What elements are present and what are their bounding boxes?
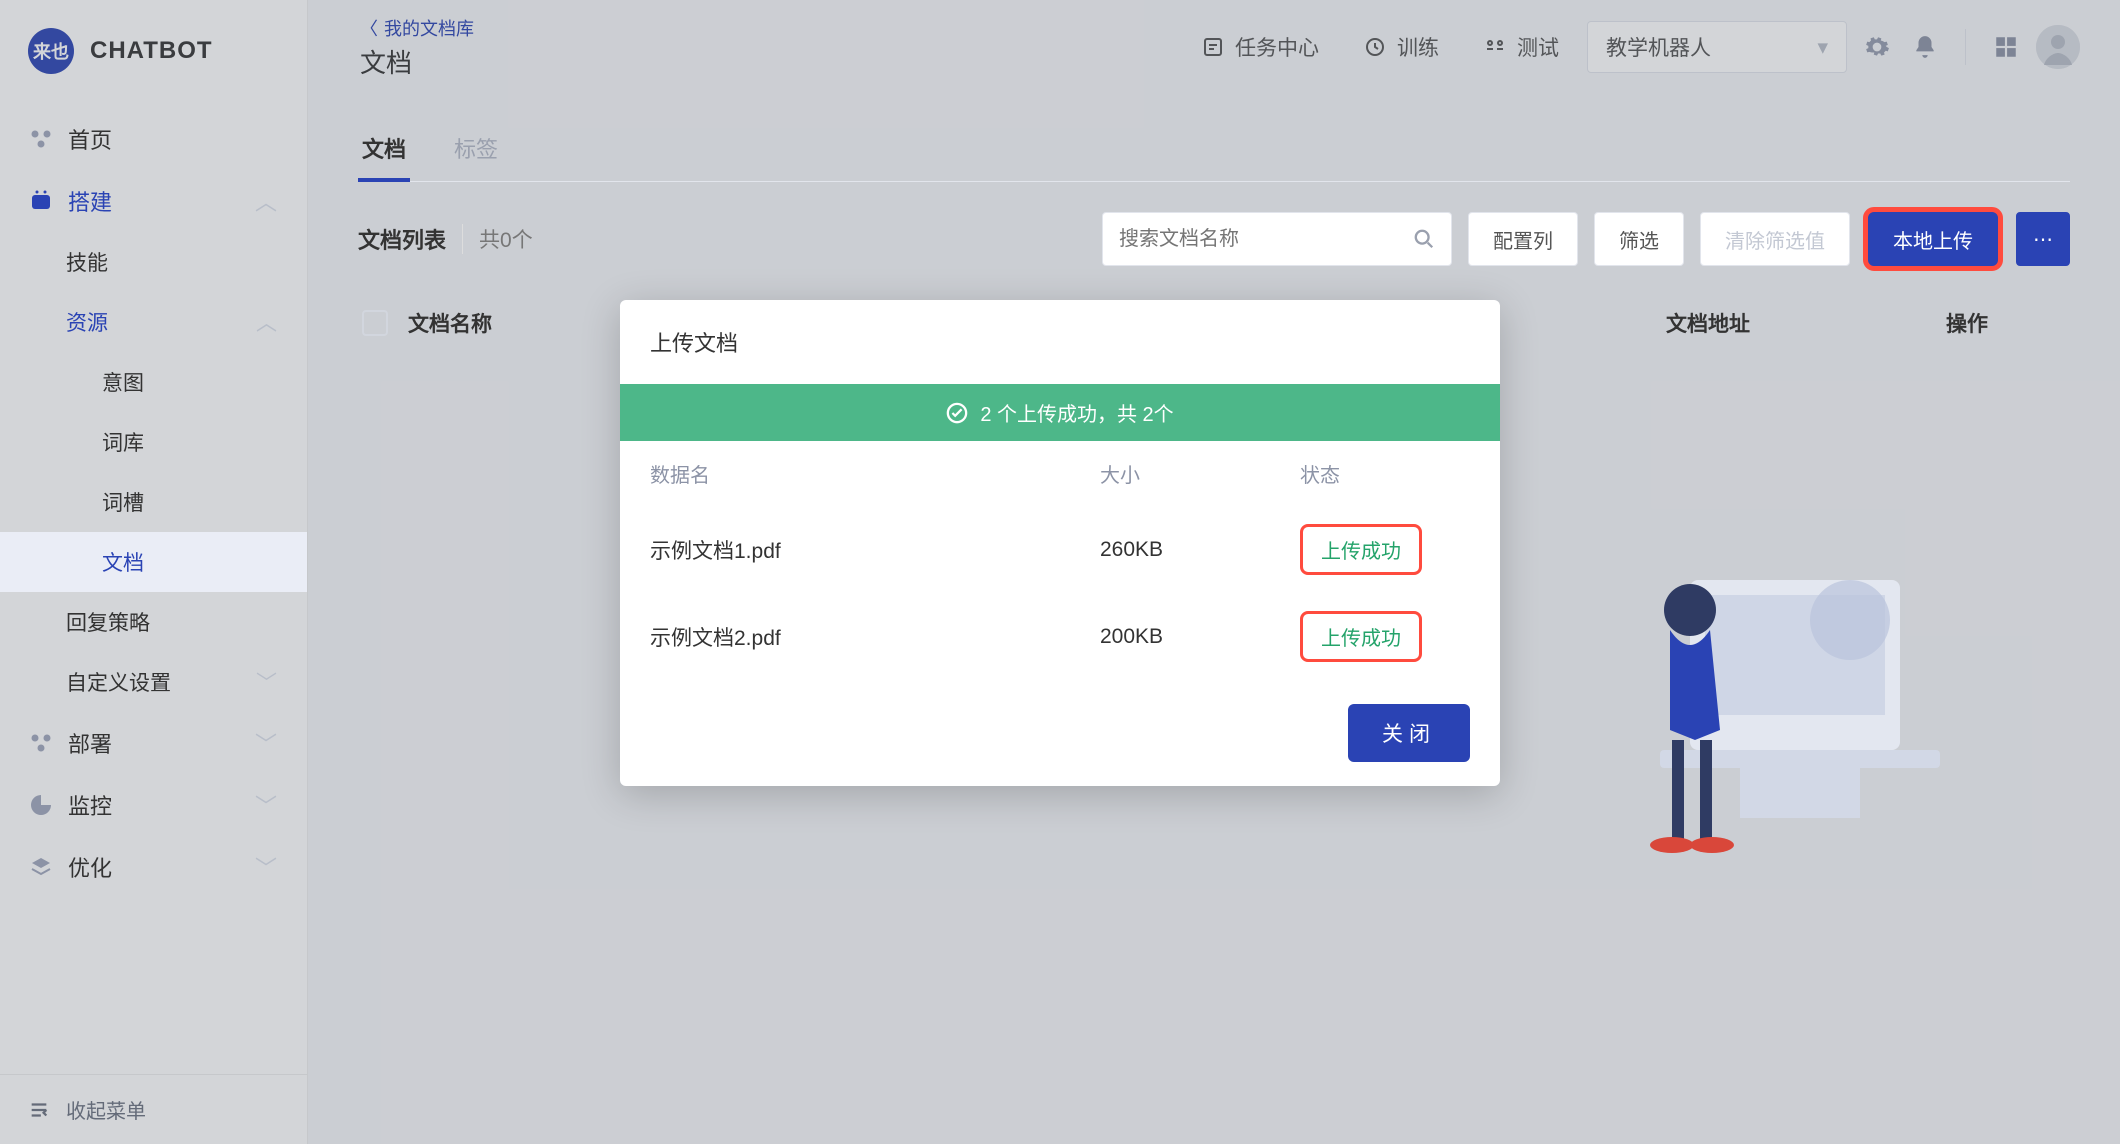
search-input-wrapper[interactable] [1102, 212, 1452, 266]
build-icon [28, 188, 54, 214]
sidebar-item-label: 部署 [68, 727, 112, 759]
clear-filter-button[interactable]: 清除筛选值 [1700, 212, 1850, 266]
close-button[interactable]: 关闭 [1348, 704, 1470, 762]
chevron-down-icon: ﹀ [255, 851, 277, 883]
sidebar-item-deploy[interactable]: 部署 ﹀ [0, 712, 307, 774]
upload-row: 示例文档1.pdf 260KB 上传成功 [620, 506, 1500, 593]
col-status: 状态 [1300, 459, 1470, 488]
sidebar-item-label: 自定义设置 [66, 667, 171, 697]
list-count: 共0个 [462, 224, 533, 254]
sidebar-item-resource[interactable]: 资源 ︿ [0, 292, 307, 352]
file-size: 200KB [1100, 625, 1300, 649]
sidebar-item-home[interactable]: 首页 [0, 108, 307, 170]
sidebar-item-custom[interactable]: 自定义设置 ﹀ [0, 652, 307, 712]
status-badge: 上传成功 [1300, 611, 1422, 662]
modal-title: 上传文档 [620, 300, 1500, 384]
file-name: 示例文档1.pdf [650, 535, 1100, 565]
highlight-marker: 本地上传 [1866, 210, 2000, 268]
th-ops: 操作 [1946, 308, 2066, 338]
file-name: 示例文档2.pdf [650, 622, 1100, 652]
empty-illustration [1540, 490, 2010, 890]
monitor-icon [28, 792, 54, 818]
th-addr: 文档地址 [1666, 308, 1926, 338]
sidebar-item-monitor[interactable]: 监控 ﹀ [0, 774, 307, 836]
sidebar-item-lexicon[interactable]: 词库 [0, 412, 307, 472]
list-title: 文档列表 [358, 223, 446, 255]
col-size: 大小 [1100, 459, 1300, 488]
sidebar-item-label: 意图 [102, 367, 144, 397]
local-upload-button[interactable]: 本地上传 [1868, 212, 1998, 266]
tab-document[interactable]: 文档 [358, 118, 410, 182]
tab-tag[interactable]: 标签 [450, 118, 502, 182]
deploy-icon [28, 730, 54, 756]
sidebar-item-label: 回复策略 [66, 607, 150, 637]
config-columns-button[interactable]: 配置列 [1468, 212, 1578, 266]
sidebar-item-skill[interactable]: 技能 [0, 232, 307, 292]
status-badge: 上传成功 [1300, 524, 1422, 575]
sidebar-item-label: 词槽 [102, 487, 144, 517]
sidebar-item-label: 搭建 [68, 185, 112, 217]
sidebar-item-intent[interactable]: 意图 [0, 352, 307, 412]
home-icon [28, 126, 54, 152]
sidebar-item-slot[interactable]: 词槽 [0, 472, 307, 532]
modal-columns: 数据名 大小 状态 [620, 441, 1500, 506]
filter-button[interactable]: 筛选 [1594, 212, 1684, 266]
chevron-up-icon: ︿ [255, 185, 277, 217]
optimize-icon [28, 854, 54, 880]
sidebar-item-label: 首页 [68, 123, 112, 155]
search-icon [1413, 228, 1435, 250]
sidebar-item-optimize[interactable]: 优化 ﹀ [0, 836, 307, 898]
sidebar-item-label: 词库 [102, 427, 144, 457]
sidebar-item-document[interactable]: 文档 [0, 532, 307, 592]
chevron-down-icon: ﹀ [256, 667, 277, 697]
modal-success-banner: 2 个上传成功，共 2个 [620, 384, 1500, 441]
chevron-down-icon: ﹀ [255, 727, 277, 759]
upload-row: 示例文档2.pdf 200KB 上传成功 [620, 593, 1500, 680]
check-circle-icon [946, 402, 968, 424]
sidebar-item-build[interactable]: 搭建 ︿ [0, 170, 307, 232]
sidebar-item-label: 资源 [66, 307, 108, 337]
tabs: 文档 标签 [358, 118, 2070, 182]
search-input[interactable] [1119, 228, 1413, 251]
file-size: 260KB [1100, 538, 1300, 562]
sidebar-item-label: 优化 [68, 851, 112, 883]
select-all-checkbox[interactable] [362, 310, 388, 336]
sidebar-item-label: 监控 [68, 789, 112, 821]
sidebar-item-label: 技能 [66, 247, 108, 277]
more-button[interactable]: ⋯ [2016, 212, 2070, 266]
col-name: 数据名 [650, 459, 1100, 488]
sidebar-item-reply[interactable]: 回复策略 [0, 592, 307, 652]
chevron-up-icon: ︿ [256, 307, 277, 337]
upload-modal: 上传文档 2 个上传成功，共 2个 数据名 大小 状态 示例文档1.pdf 26… [620, 300, 1500, 786]
chevron-down-icon: ﹀ [255, 789, 277, 821]
sidebar-item-label: 文档 [102, 547, 144, 577]
modal-banner-text: 2 个上传成功，共 2个 [980, 398, 1173, 427]
